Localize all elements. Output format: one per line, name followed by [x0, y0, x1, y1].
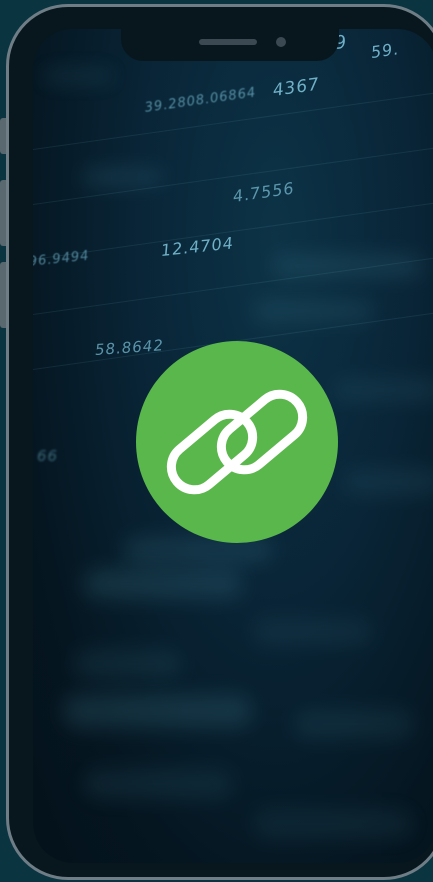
notch [121, 29, 339, 61]
blurred-digits [73, 649, 183, 679]
background-number: 96.9494 [33, 248, 91, 270]
blurred-digits [253, 809, 413, 839]
splash-screen: 9 59. 4367 39.2808.06864 4.7556 12.4704 … [33, 29, 433, 863]
blurred-digits [63, 694, 253, 728]
blurred-digits [83, 569, 243, 599]
background-number: 39.2808.06864 [143, 85, 258, 116]
blurred-digits [43, 69, 113, 83]
link-icon [166, 389, 308, 495]
background-number: 66 [37, 447, 59, 465]
blurred-digits [343, 469, 433, 495]
blurred-digits [253, 619, 373, 645]
background-number: 12.4704 [160, 233, 235, 260]
speaker-grille [199, 39, 257, 45]
front-camera [276, 37, 286, 47]
background-number: 4367 [271, 74, 322, 101]
app-logo [136, 341, 338, 543]
blurred-digits [293, 709, 413, 739]
blurred-digits [253, 301, 373, 321]
background-number: 59. [369, 39, 401, 62]
phone-frame: 9 59. 4367 39.2808.06864 4.7556 12.4704 … [6, 4, 433, 880]
blurred-digits [333, 379, 433, 401]
blurred-digits [83, 169, 163, 185]
blurred-digits [273, 255, 423, 277]
background-number: 4.7556 [231, 178, 296, 206]
blurred-digits [83, 769, 233, 799]
